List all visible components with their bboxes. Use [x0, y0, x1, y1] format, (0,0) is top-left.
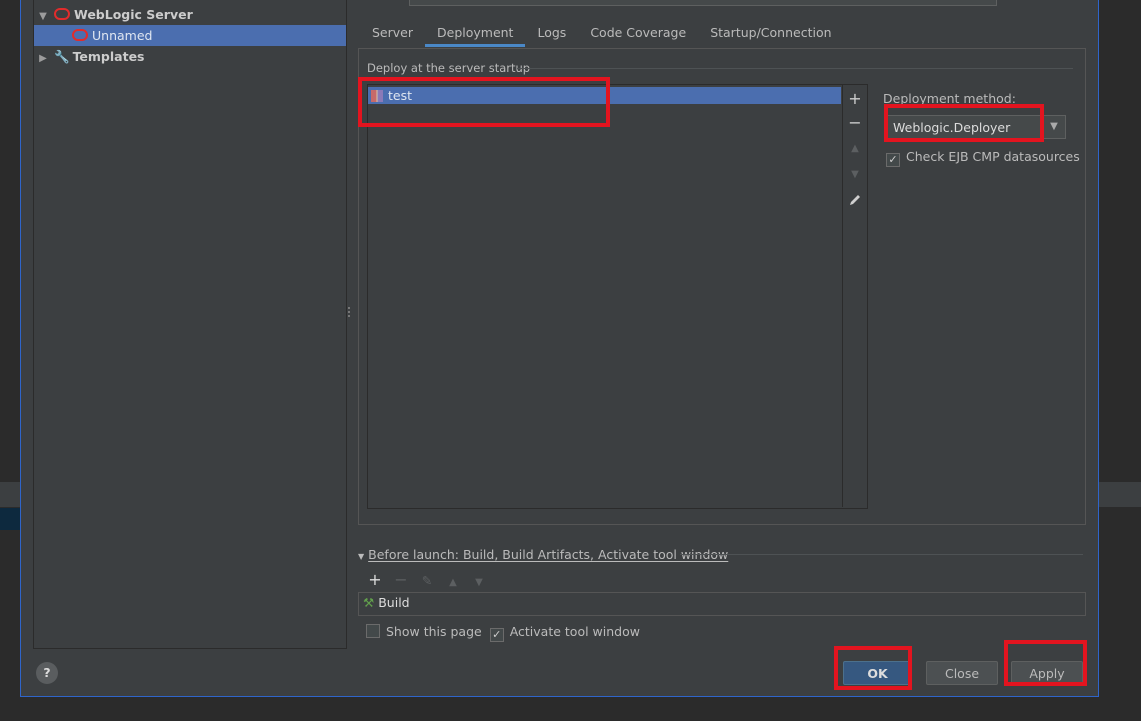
section-divider [517, 68, 1073, 69]
collapse-arrow-icon[interactable]: ▶ [36, 48, 50, 69]
weblogic-icon [53, 8, 70, 20]
check-ejb-label: Check EJB CMP datasources [906, 149, 1080, 164]
configuration-name-field[interactable] [409, 0, 997, 6]
configuration-tree: ▼ WebLogic Server Unnamed ▶ 🔧 Templates [33, 0, 347, 649]
background-ide-tab [0, 508, 20, 530]
background-ide-right [1098, 0, 1141, 721]
move-down-icon[interactable]: ▼ [466, 577, 492, 588]
before-launch-header[interactable]: ▼ Before launch: Build, Build Artifacts, … [358, 547, 728, 562]
remove-icon[interactable]: − [388, 570, 414, 589]
panel-splitter[interactable] [347, 305, 351, 321]
list-item[interactable]: ⚒ Build [359, 593, 1085, 612]
show-page-checkbox[interactable] [366, 624, 380, 638]
highlight-box-apply [1004, 640, 1087, 686]
before-launch-toolbar: + − ✎ ▲ ▼ [362, 570, 492, 589]
background-ide-right-strip [1098, 482, 1141, 507]
tab-code-coverage[interactable]: Code Coverage [578, 20, 698, 47]
highlight-box-method [884, 104, 1044, 142]
close-button[interactable]: Close [926, 661, 998, 685]
highlight-box-test [358, 77, 610, 127]
list-toolbar: + − ▲ ▼ [842, 85, 867, 507]
background-ide-left [0, 0, 12, 721]
options-row: Show this page ✓ Activate tool window [366, 624, 640, 642]
help-button[interactable]: ? [36, 662, 58, 684]
move-up-icon[interactable]: ▲ [843, 143, 867, 154]
tree-group-label: WebLogic Server [73, 7, 193, 22]
tab-deployment[interactable]: Deployment [425, 20, 526, 47]
edit-icon[interactable] [843, 193, 867, 210]
tab-bar: Server Deployment Logs Code Coverage Startup… [360, 20, 844, 48]
tree-child-label: Unnamed [92, 28, 153, 43]
tab-logs[interactable]: Logs [525, 20, 578, 47]
deployment-list[interactable] [367, 84, 868, 509]
remove-icon[interactable]: − [843, 113, 867, 132]
hammer-icon: ⚒ [363, 595, 375, 610]
tree-item-unnamed[interactable]: Unnamed [34, 25, 346, 46]
add-icon[interactable]: + [362, 570, 388, 589]
chevron-down-icon[interactable]: ▼ [1042, 116, 1065, 138]
add-icon[interactable]: + [843, 89, 867, 108]
section-title: Deploy at the server startup [367, 61, 531, 75]
wrench-icon: 🔧 [53, 49, 70, 64]
tab-startup-connection[interactable]: Startup/Connection [698, 20, 843, 47]
move-up-icon[interactable]: ▲ [440, 577, 466, 588]
highlight-box-ok [834, 646, 912, 690]
background-ide-strip [0, 482, 20, 507]
before-launch-divider [680, 554, 1083, 555]
tree-templates-label: Templates [72, 49, 145, 64]
before-launch-title: Before launch: Build, Build Artifacts, A… [368, 547, 729, 562]
before-launch-list[interactable]: ⚒ Build [358, 592, 1086, 616]
activate-tool-window-label: Activate tool window [509, 624, 640, 639]
weblogic-icon [72, 29, 88, 41]
collapse-triangle-icon[interactable]: ▼ [358, 552, 364, 561]
edit-icon[interactable]: ✎ [414, 573, 440, 588]
check-ejb-option[interactable]: ✓ Check EJB CMP datasources [886, 149, 1080, 167]
expand-arrow-icon[interactable]: ▼ [36, 6, 50, 27]
check-ejb-checkbox[interactable]: ✓ [886, 153, 900, 167]
task-label: Build [378, 595, 410, 610]
activate-tool-window-checkbox[interactable]: ✓ [489, 628, 504, 642]
tree-item-weblogic-server[interactable]: ▼ WebLogic Server [34, 4, 346, 25]
move-down-icon[interactable]: ▼ [843, 169, 867, 180]
show-page-label: Show this page [386, 624, 482, 639]
tab-server[interactable]: Server [360, 20, 425, 47]
tree-item-templates[interactable]: ▶ 🔧 Templates [34, 46, 346, 67]
